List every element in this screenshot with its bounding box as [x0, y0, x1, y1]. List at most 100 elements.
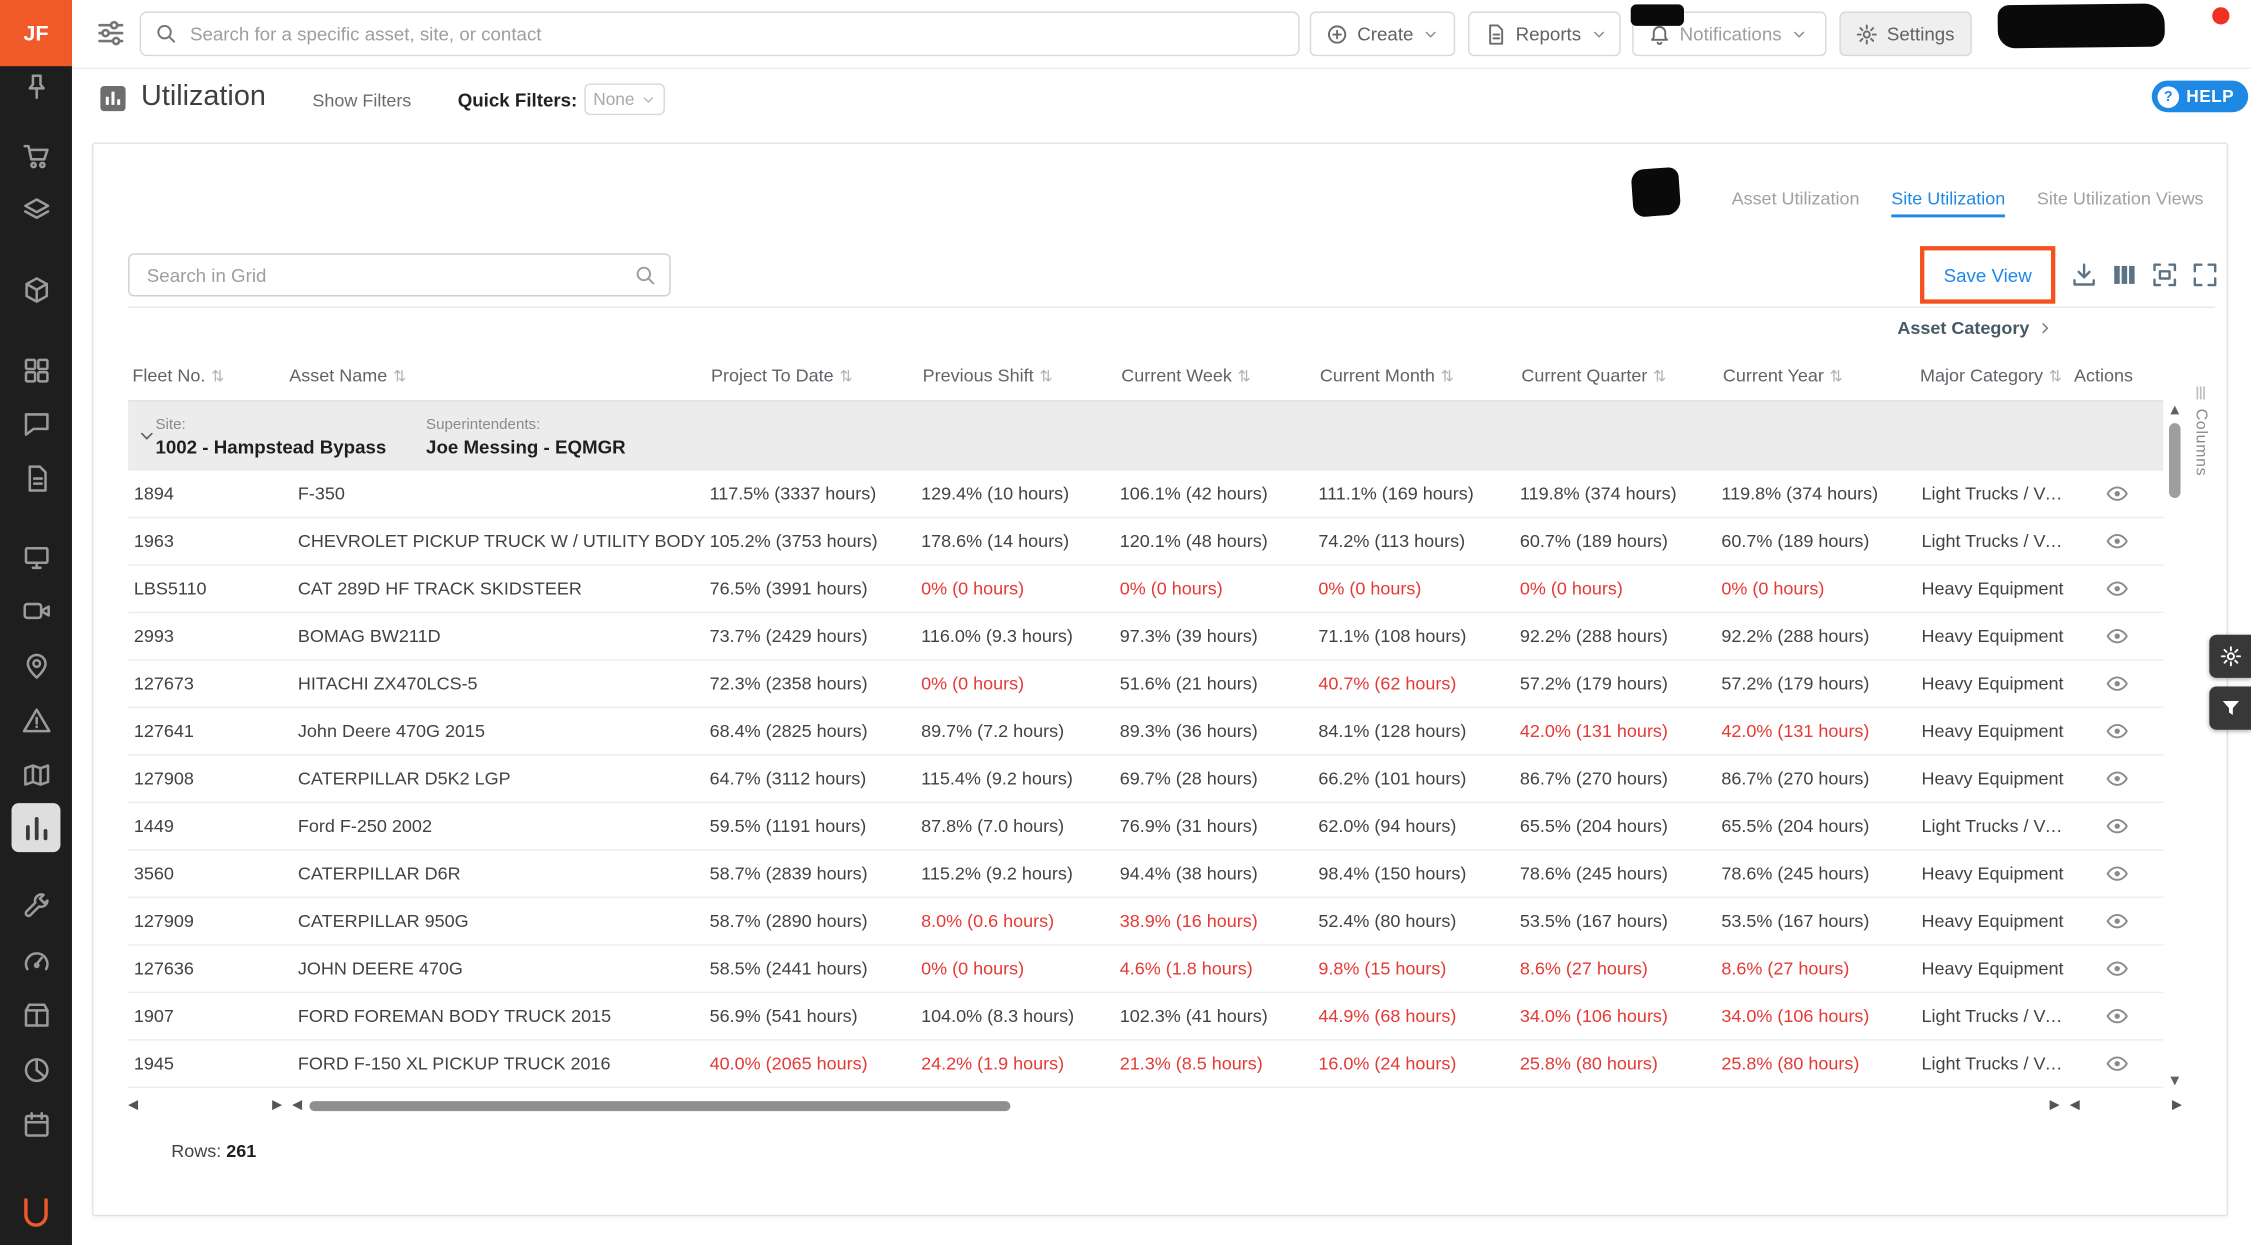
column-header-fleet-no-[interactable]: Fleet No. ⇅	[128, 351, 285, 400]
column-header-current-quarter[interactable]: Current Quarter ⇅	[1517, 351, 1719, 400]
save-view-button[interactable]: Save View	[1944, 264, 2032, 286]
view-details-eye-icon[interactable]	[2102, 957, 2131, 980]
column-header-current-week[interactable]: Current Week ⇅	[1117, 351, 1316, 400]
grid-search-input[interactable]	[128, 253, 671, 297]
horizontal-scroll-thumb[interactable]	[309, 1101, 1011, 1112]
view-details-eye-icon[interactable]	[2102, 815, 2131, 838]
scan-icon[interactable]	[2150, 261, 2179, 290]
sidebar-item-pie-chart[interactable]	[19, 1052, 54, 1087]
table-row: 1907 FORD FOREMAN BODY TRUCK 2015 56.9% (5…	[128, 993, 2164, 1041]
fleet-no-cell: 1894	[133, 483, 174, 504]
scroll-left-arrow[interactable]: ◀	[128, 1098, 138, 1112]
sidebar-item-cart[interactable]	[19, 138, 54, 173]
view-details-eye-icon[interactable]	[2102, 910, 2131, 933]
view-details-eye-icon[interactable]	[2102, 1005, 2131, 1028]
utilization-cell: 89.3% (36 hours)	[1119, 721, 1258, 742]
download-icon[interactable]	[2070, 261, 2099, 290]
utilization-cell: 16.0% (24 hours)	[1318, 1053, 1457, 1074]
sidebar-item-gauge[interactable]	[19, 944, 54, 979]
utilization-cell: 71.1% (108 hours)	[1318, 626, 1467, 647]
view-details-eye-icon[interactable]	[2102, 625, 2131, 648]
search-icon	[633, 263, 656, 286]
create-button[interactable]: Create	[1309, 11, 1456, 57]
scroll-left-arrow[interactable]: ◀	[292, 1098, 302, 1112]
show-filters-button[interactable]: Show Filters	[312, 91, 411, 111]
settings-button[interactable]: Settings	[1839, 11, 1972, 57]
sidebar-item-dashboard[interactable]	[19, 353, 54, 388]
column-header-previous-shift[interactable]: Previous Shift ⇅	[918, 351, 1117, 400]
actions-cell	[2070, 898, 2164, 944]
scroll-right-arrow[interactable]: ▶	[272, 1098, 282, 1112]
view-details-eye-icon[interactable]	[2102, 672, 2131, 695]
columns-handle[interactable]: Columns	[2183, 383, 2218, 476]
scroll-left-arrow[interactable]: ◀	[2070, 1098, 2080, 1112]
utilization-cell: 53.5% (167 hours)	[1519, 911, 1668, 932]
grid-filter-button[interactable]	[2209, 686, 2251, 730]
reports-button[interactable]: Reports	[1468, 11, 1621, 57]
fleet-no-cell: 1907	[133, 1006, 174, 1027]
utilization-cell: 65.5% (204 hours)	[1519, 816, 1668, 837]
table-row: 127636 JOHN DEERE 470G 58.5% (2441 hours) 0…	[128, 946, 2164, 994]
fullscreen-icon[interactable]	[2191, 261, 2220, 290]
filter-tune-icon[interactable]	[95, 17, 130, 52]
sidebar-item-warning[interactable]	[19, 702, 54, 737]
column-header-current-year[interactable]: Current Year ⇅	[1719, 351, 1916, 400]
utilization-cell: 111.1% (169 hours)	[1318, 483, 1474, 504]
quick-filters-label: Quick Filters:	[457, 89, 578, 111]
scroll-right-arrow[interactable]: ▶	[2172, 1098, 2182, 1112]
sidebar-item-map[interactable]	[19, 757, 54, 792]
vertical-scroll-thumb[interactable]	[2169, 423, 2181, 498]
sidebar-item-chat[interactable]	[19, 406, 54, 441]
column-header-asset-name[interactable]: Asset Name ⇅	[285, 351, 707, 400]
help-button[interactable]: ? HELP	[2151, 80, 2249, 113]
vertical-scrollbar[interactable]: ▲ ▼	[2166, 403, 2183, 1087]
sidebar-item-monitor[interactable]	[19, 540, 54, 575]
warning-icon	[21, 705, 51, 735]
sidebar-item-pin[interactable]	[19, 69, 54, 104]
sidebar-item-bar-chart[interactable]	[11, 803, 61, 853]
utilization-cell: 178.6% (14 hours)	[921, 531, 1070, 552]
utilization-cell: 24.2% (1.9 hours)	[921, 1053, 1065, 1074]
scroll-up-arrow[interactable]: ▲	[2166, 403, 2183, 416]
avatar[interactable]: JF	[0, 0, 72, 67]
utilization-cell: 57.2% (179 hours)	[1721, 673, 1870, 694]
sidebar-item-location[interactable]	[19, 648, 54, 683]
sidebar-item-package[interactable]	[19, 997, 54, 1032]
columns-icon[interactable]	[2110, 261, 2139, 290]
fleet-no-cell: 2993	[133, 626, 174, 647]
view-details-eye-icon[interactable]	[2102, 862, 2131, 885]
sidebar-item-cube[interactable]	[19, 272, 54, 307]
tab-asset-utilization[interactable]: Asset Utilization	[1732, 189, 1860, 218]
column-header-current-month[interactable]: Current Month ⇅	[1316, 351, 1518, 400]
view-details-eye-icon[interactable]	[2102, 1052, 2131, 1075]
column-header-project-to-date[interactable]: Project To Date ⇅	[707, 351, 919, 400]
main-horizontal-scrollbar[interactable]: ◀ ▶	[292, 1095, 2059, 1118]
utilization-cell: 8.6% (27 hours)	[1519, 958, 1648, 979]
scroll-right-arrow[interactable]: ▶	[2050, 1098, 2060, 1112]
pinned-left-scrollbar[interactable]: ◀ ▶	[128, 1095, 282, 1118]
grid-settings-button[interactable]	[2209, 634, 2251, 678]
sidebar-item-wrench[interactable]	[19, 889, 54, 924]
sidebar-item-calendar[interactable]	[19, 1107, 54, 1142]
view-details-eye-icon[interactable]	[2102, 767, 2131, 790]
view-details-eye-icon[interactable]	[2102, 577, 2131, 600]
sidebar-item-document[interactable]	[19, 461, 54, 496]
pinned-right-scrollbar[interactable]: ◀ ▶	[2070, 1095, 2182, 1118]
tab-site-utilization-views[interactable]: Site Utilization Views	[2037, 189, 2204, 218]
scroll-down-arrow[interactable]: ▼	[2166, 1074, 2183, 1087]
fleet-no-cell: 1449	[133, 816, 174, 837]
sidebar-item-layers[interactable]	[19, 193, 54, 228]
quick-filters-dropdown[interactable]: None	[584, 83, 665, 116]
sidebar-item-video[interactable]	[19, 593, 54, 628]
asset-category-link[interactable]: Asset Category	[1897, 318, 2053, 338]
collapse-chevron-icon[interactable]	[137, 426, 157, 446]
utilization-cell: 42.0% (131 hours)	[1721, 721, 1870, 742]
table-row: 1945 FORD F-150 XL PICKUP TRUCK 2016 40.0%…	[128, 1041, 2164, 1089]
major-category-cell: Heavy Equipment	[1921, 721, 2064, 742]
view-details-eye-icon[interactable]	[2102, 530, 2131, 553]
view-details-eye-icon[interactable]	[2102, 482, 2131, 505]
tab-site-utilization[interactable]: Site Utilization	[1891, 189, 2006, 218]
column-header-major-category[interactable]: Major Category ⇅	[1916, 351, 2070, 400]
global-search-input[interactable]	[139, 11, 1300, 57]
view-details-eye-icon[interactable]	[2102, 720, 2131, 743]
